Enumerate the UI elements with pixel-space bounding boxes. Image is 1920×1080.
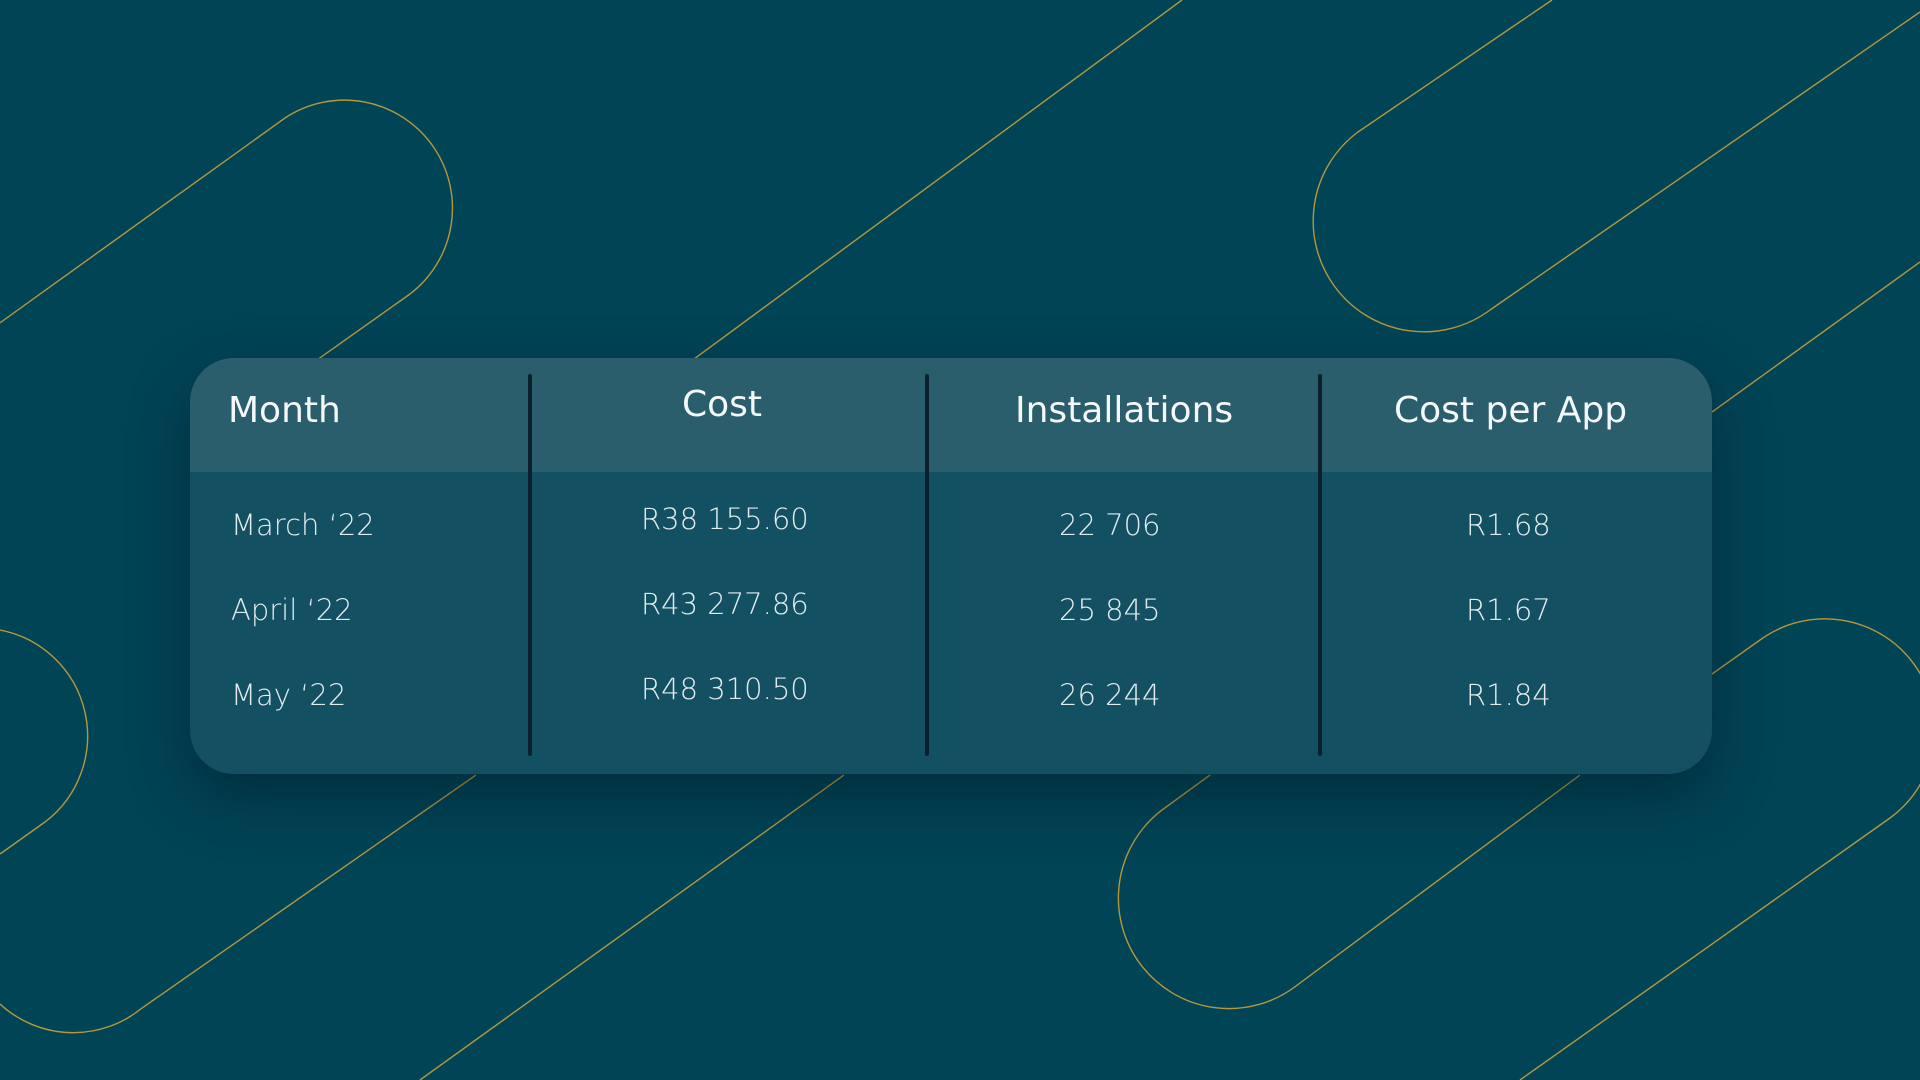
deco-line-right (1711, 261, 1920, 413)
row-1-cost: R38 155.60 (641, 502, 809, 536)
deco-capsule-top-right (1312, 0, 1920, 333)
deco-capsule-bottom-left (0, 629, 89, 855)
deco-line-bottom-center (419, 774, 845, 1080)
row-2-cost-per-app: R1.67 (1466, 593, 1551, 627)
row-3-month: May ‘22 (231, 678, 347, 712)
row-1-installations: 22 706 (1059, 508, 1161, 542)
row-1-cost-per-app: R1.68 (1466, 508, 1551, 542)
deco-line-top-center (689, 0, 1183, 363)
header-month: Month (228, 390, 341, 431)
data-table-card: Month Cost Installations Cost per App Ma… (190, 358, 1712, 774)
deco-line-bottom-left (0, 774, 477, 1034)
row-2-month: April ‘22 (231, 593, 353, 627)
row-3-cost: R48 310.50 (641, 672, 809, 706)
header-cost-per-app: Cost per App (1394, 390, 1628, 431)
header-cost: Cost (682, 384, 763, 425)
column-divider-1 (528, 374, 532, 756)
deco-capsule-top-left (0, 99, 454, 373)
row-1-month: March ‘22 (231, 508, 375, 542)
column-divider-3 (1318, 374, 1322, 756)
header-installations: Installations (1015, 390, 1234, 431)
row-3-installations: 26 244 (1059, 678, 1161, 712)
row-3-cost-per-app: R1.84 (1466, 678, 1551, 712)
deco-capsule-bottom-right (1117, 774, 1581, 1010)
column-divider-2 (925, 374, 929, 756)
row-2-cost: R43 277.86 (641, 587, 809, 621)
row-2-installations: 25 845 (1059, 593, 1161, 627)
